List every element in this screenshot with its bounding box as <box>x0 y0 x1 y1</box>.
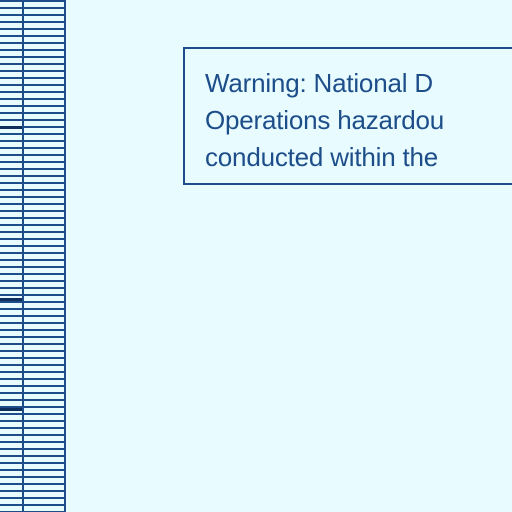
warning-line: conducted within the <box>205 142 439 172</box>
nautical-chart: Warning: National D Operations hazardou … <box>0 0 512 512</box>
scale-rail <box>22 0 24 512</box>
scale-major-tick <box>0 298 22 301</box>
warning-line: Warning: National D <box>205 68 433 98</box>
latitude-scale-border <box>0 0 66 512</box>
warning-note-box: Warning: National D Operations hazardou … <box>183 47 512 185</box>
warning-note-text: Warning: National D Operations hazardou … <box>205 65 444 176</box>
scale-major-tick <box>0 126 22 129</box>
warning-line: Operations hazardou <box>205 105 445 135</box>
scale-major-tick <box>0 408 22 411</box>
scale-rail <box>64 0 66 512</box>
